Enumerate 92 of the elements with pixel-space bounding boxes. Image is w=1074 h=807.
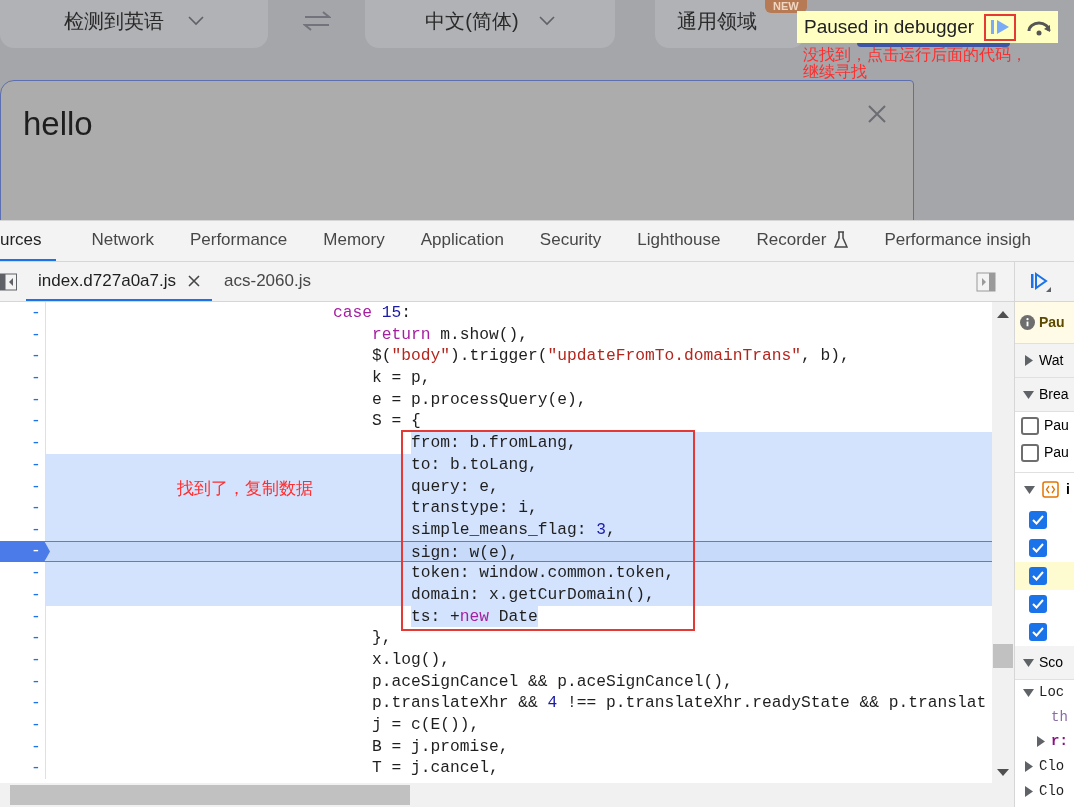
banner-text: Pau (1039, 313, 1065, 332)
expanded-arrow-icon[interactable] (1023, 657, 1034, 668)
resume-button[interactable] (984, 13, 1017, 41)
scope-property: th (1051, 707, 1068, 727)
line-marker: - (31, 649, 41, 671)
line-marker: - (31, 627, 41, 649)
code-line: x.log(), (372, 649, 450, 671)
checkbox[interactable] (1029, 511, 1047, 529)
code-line: p.aceSignCancel && p.aceSignCancel(), (372, 670, 733, 693)
devtools-tab[interactable]: Performance insigh (884, 221, 1031, 261)
collapsed-arrow-icon[interactable] (1035, 736, 1046, 747)
expanded-arrow-icon[interactable] (1023, 389, 1034, 400)
line-marker: - (31, 670, 41, 693)
devtools-tab[interactable]: Lighthouse (637, 221, 721, 261)
code-line: case 15: (333, 302, 412, 324)
line-marker: - (31, 432, 41, 454)
collapsed-arrow-icon[interactable] (1023, 355, 1034, 366)
vertical-scrollbar-thumb[interactable] (993, 644, 1013, 668)
panel-toggle-icon[interactable] (976, 271, 996, 292)
code-line: }, (372, 627, 392, 649)
line-marker: - (31, 345, 41, 368)
code-line: B = j.promise, (372, 735, 509, 758)
checkbox[interactable] (1029, 623, 1047, 641)
line-marker: - (31, 735, 41, 758)
devtools-tab[interactable]: Performance (189, 221, 288, 261)
scroll-up-icon[interactable] (997, 310, 1009, 318)
scroll-down-icon[interactable] (997, 769, 1009, 777)
info-icon (1020, 315, 1035, 330)
line-marker: - (31, 714, 41, 736)
collapsed-arrow-icon[interactable] (1023, 761, 1034, 772)
collapsed-arrow-icon[interactable] (1023, 786, 1034, 797)
annotation-text: 找到了，复制数据 (177, 478, 313, 500)
horizontal-scrollbar-thumb[interactable] (10, 785, 410, 805)
code-line: T = j.cancel, (372, 757, 499, 780)
chevron-down-icon (538, 16, 555, 26)
checkbox[interactable] (1029, 567, 1047, 585)
code-line: e = p.processQuery(e), (372, 388, 587, 411)
option-label: Pau (1044, 443, 1069, 462)
sidebar-toggle-icon[interactable] (0, 272, 18, 291)
devtools-tab[interactable]: Memory (323, 221, 385, 261)
expanded-arrow-icon[interactable] (1023, 687, 1034, 698)
source-language-dropdown[interactable]: 检测到英语 (0, 0, 268, 48)
line-marker: - (31, 453, 41, 476)
line-marker: - (31, 475, 41, 498)
line-marker: - (31, 388, 41, 411)
section-header[interactable]: Sco (1015, 646, 1074, 680)
code-line: return m.show(), (372, 323, 529, 346)
target-language-dropdown[interactable]: 中文(简体) (365, 0, 615, 48)
code-line: j = c(E()), (372, 714, 480, 736)
section-header[interactable]: Wat (1015, 344, 1074, 378)
annotation-text: 没找到，点击运行后面的代码， 继续寻找 (803, 46, 1027, 80)
checkbox[interactable] (1029, 595, 1047, 613)
line-marker: - (31, 323, 41, 346)
devtools-tab[interactable]: Application (420, 221, 504, 261)
breakpoint-row[interactable] (1015, 562, 1074, 590)
code-line: k = p, (372, 367, 431, 389)
checkbox[interactable] (1029, 539, 1047, 557)
line-marker: - (31, 757, 41, 780)
devtools-tab[interactable]: Security (539, 221, 602, 261)
scope-property[interactable]: r: (1051, 731, 1068, 752)
close-icon[interactable] (188, 274, 200, 287)
line-marker: - (31, 367, 41, 389)
line-marker: - (31, 605, 41, 628)
line-marker: - (31, 692, 41, 715)
file-name: i (1066, 480, 1070, 499)
devtools-tab[interactable]: Network (91, 221, 154, 261)
checkbox[interactable] (1021, 416, 1039, 435)
line-marker: - (31, 562, 41, 584)
resume-icon (990, 19, 1011, 35)
line-marker: - (31, 497, 41, 519)
text-input-area[interactable]: hello (0, 80, 914, 220)
checkbox[interactable] (1021, 443, 1039, 462)
devtools-tab[interactable]: Recorder (756, 221, 849, 261)
chevron-down-icon (188, 16, 204, 26)
line-marker: - (31, 583, 41, 606)
line-marker: - (31, 410, 41, 433)
file-tab[interactable]: acs-2060.js (212, 262, 323, 301)
scope-group[interactable]: Loc (1039, 682, 1065, 703)
scope-group[interactable]: Clo (1039, 781, 1065, 802)
line-marker: - (31, 302, 41, 324)
banner-text: Paused in debugger (804, 14, 975, 39)
code-line: $("body").trigger("updateFromTo.domainTrans", b), (372, 345, 850, 368)
option-label: Pau (1044, 416, 1069, 435)
resume-icon[interactable] (1029, 271, 1051, 292)
scope-group[interactable]: Clo (1039, 756, 1065, 777)
code-line: p.translateXhr && 4 !== p.translateXhr.readyState && p.translat (372, 692, 987, 715)
line-marker: - (31, 518, 41, 541)
new-badge: NEW (765, 0, 807, 13)
code-file-icon (1042, 481, 1059, 498)
expanded-arrow-icon[interactable] (1024, 484, 1035, 495)
code-line: S = { (372, 410, 421, 433)
section-header[interactable]: Brea (1015, 378, 1074, 412)
